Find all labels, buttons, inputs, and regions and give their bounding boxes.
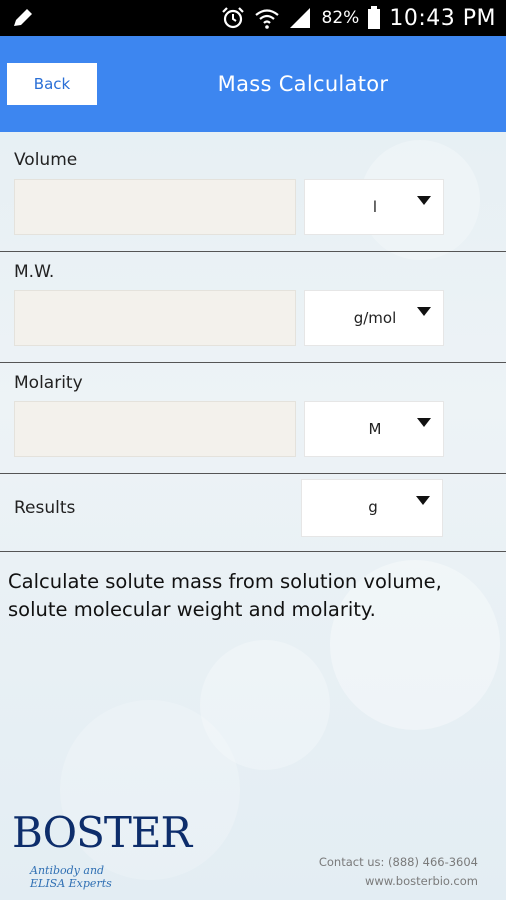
caret-down-icon xyxy=(416,496,430,505)
volume-unit-select[interactable]: l xyxy=(304,179,444,235)
volume-label: Volume xyxy=(14,150,78,170)
contact-phone: Contact us: (888) 466-3604 xyxy=(318,855,478,869)
status-bar: 82% 10:43 PM xyxy=(0,0,506,36)
results-row: Results g xyxy=(0,474,506,552)
mw-row: M.W. g/mol xyxy=(0,252,506,363)
battery-icon xyxy=(368,6,381,29)
molarity-label: Molarity xyxy=(14,373,83,393)
website-link[interactable]: www.bosterbio.com xyxy=(319,872,478,891)
results-label: Results xyxy=(14,498,76,518)
back-button[interactable]: Back xyxy=(7,63,97,105)
page-title: Mass Calculator xyxy=(217,72,389,96)
logo-text: BOSTER xyxy=(12,808,192,857)
caret-down-icon xyxy=(417,418,431,427)
logo-tagline: Antibody and ELISA Experts xyxy=(30,864,112,890)
caret-down-icon xyxy=(417,307,431,316)
molarity-unit-select[interactable]: M xyxy=(304,401,444,457)
status-time: 10:43 PM xyxy=(389,5,496,31)
boster-logo: BOSTER Antibody and ELISA Experts xyxy=(12,808,192,890)
results-unit-select[interactable]: g xyxy=(301,479,443,537)
battery-percent: 82% xyxy=(321,8,360,28)
description-text: Calculate solute mass from solution volu… xyxy=(8,570,442,621)
mw-unit-select[interactable]: g/mol xyxy=(304,290,444,346)
volume-input[interactable] xyxy=(14,179,296,235)
app-header: Back Mass Calculator xyxy=(0,36,506,132)
alarm-icon xyxy=(221,7,244,29)
pencil-icon xyxy=(14,9,32,26)
caret-down-icon xyxy=(417,196,431,205)
volume-row: Volume l xyxy=(0,132,506,252)
signal-icon xyxy=(289,8,310,28)
wifi-icon xyxy=(254,9,279,29)
mw-label: M.W. xyxy=(14,262,55,282)
molarity-row: Molarity M xyxy=(0,363,506,474)
molarity-input[interactable] xyxy=(14,401,296,457)
mw-input[interactable] xyxy=(14,290,296,346)
contact-info: Contact us: (888) 466-3604 www.bosterbio… xyxy=(319,853,478,891)
